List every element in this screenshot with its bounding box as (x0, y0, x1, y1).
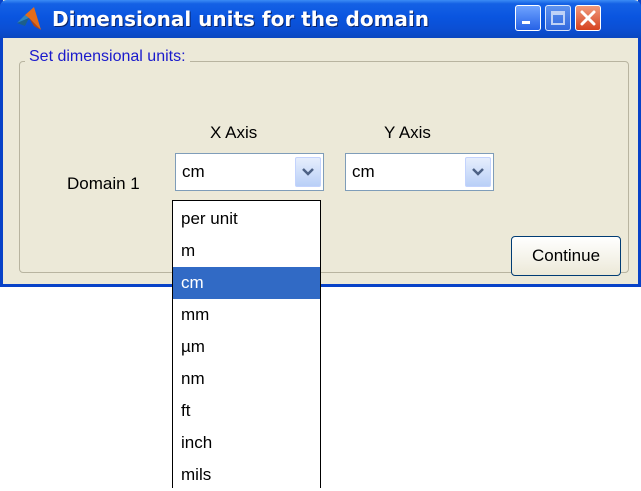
continue-button[interactable]: Continue (511, 236, 621, 276)
y-axis-dropdown-arrow[interactable] (465, 157, 491, 187)
dropdown-option-mm[interactable]: mm (173, 299, 320, 331)
dropdown-option-per-unit[interactable]: per unit (173, 203, 320, 235)
dropdown-option-ft[interactable]: ft (173, 395, 320, 427)
x-axis-dropdown-arrow[interactable] (295, 157, 321, 187)
minimize-button[interactable] (515, 5, 541, 31)
x-axis-label: X Axis (210, 123, 258, 142)
title-bar[interactable]: Dimensional units for the domain (0, 0, 641, 38)
groupbox-legend: Set dimensional units: (25, 47, 190, 67)
x-axis-unit-select[interactable]: cm (175, 153, 324, 191)
y-axis-label: Y Axis (384, 123, 431, 142)
window-title: Dimensional units for the domain (52, 7, 429, 31)
y-axis-unit-select[interactable]: cm (345, 153, 494, 191)
domain-1-label: Domain 1 (67, 174, 140, 193)
dropdown-option-cm[interactable]: cm (173, 267, 320, 299)
dropdown-option-inch[interactable]: inch (173, 427, 320, 459)
maximize-icon (551, 11, 565, 25)
maximize-button[interactable] (545, 5, 571, 31)
dropdown-option-um[interactable]: µm (173, 331, 320, 363)
close-button[interactable] (575, 5, 601, 31)
dropdown-option-m[interactable]: m (173, 235, 320, 267)
y-axis-unit-value: cm (352, 162, 375, 181)
x-axis-unit-dropdown-list[interactable]: per unit m cm mm µm nm ft inch mils (172, 200, 321, 488)
x-axis-unit-value: cm (182, 162, 205, 181)
chevron-down-icon (302, 168, 314, 176)
matlab-icon (16, 6, 42, 32)
minimize-icon (522, 21, 530, 24)
chevron-down-icon (472, 168, 484, 176)
dropdown-option-nm[interactable]: nm (173, 363, 320, 395)
dropdown-option-mils[interactable]: mils (173, 459, 320, 491)
close-icon (580, 10, 596, 26)
